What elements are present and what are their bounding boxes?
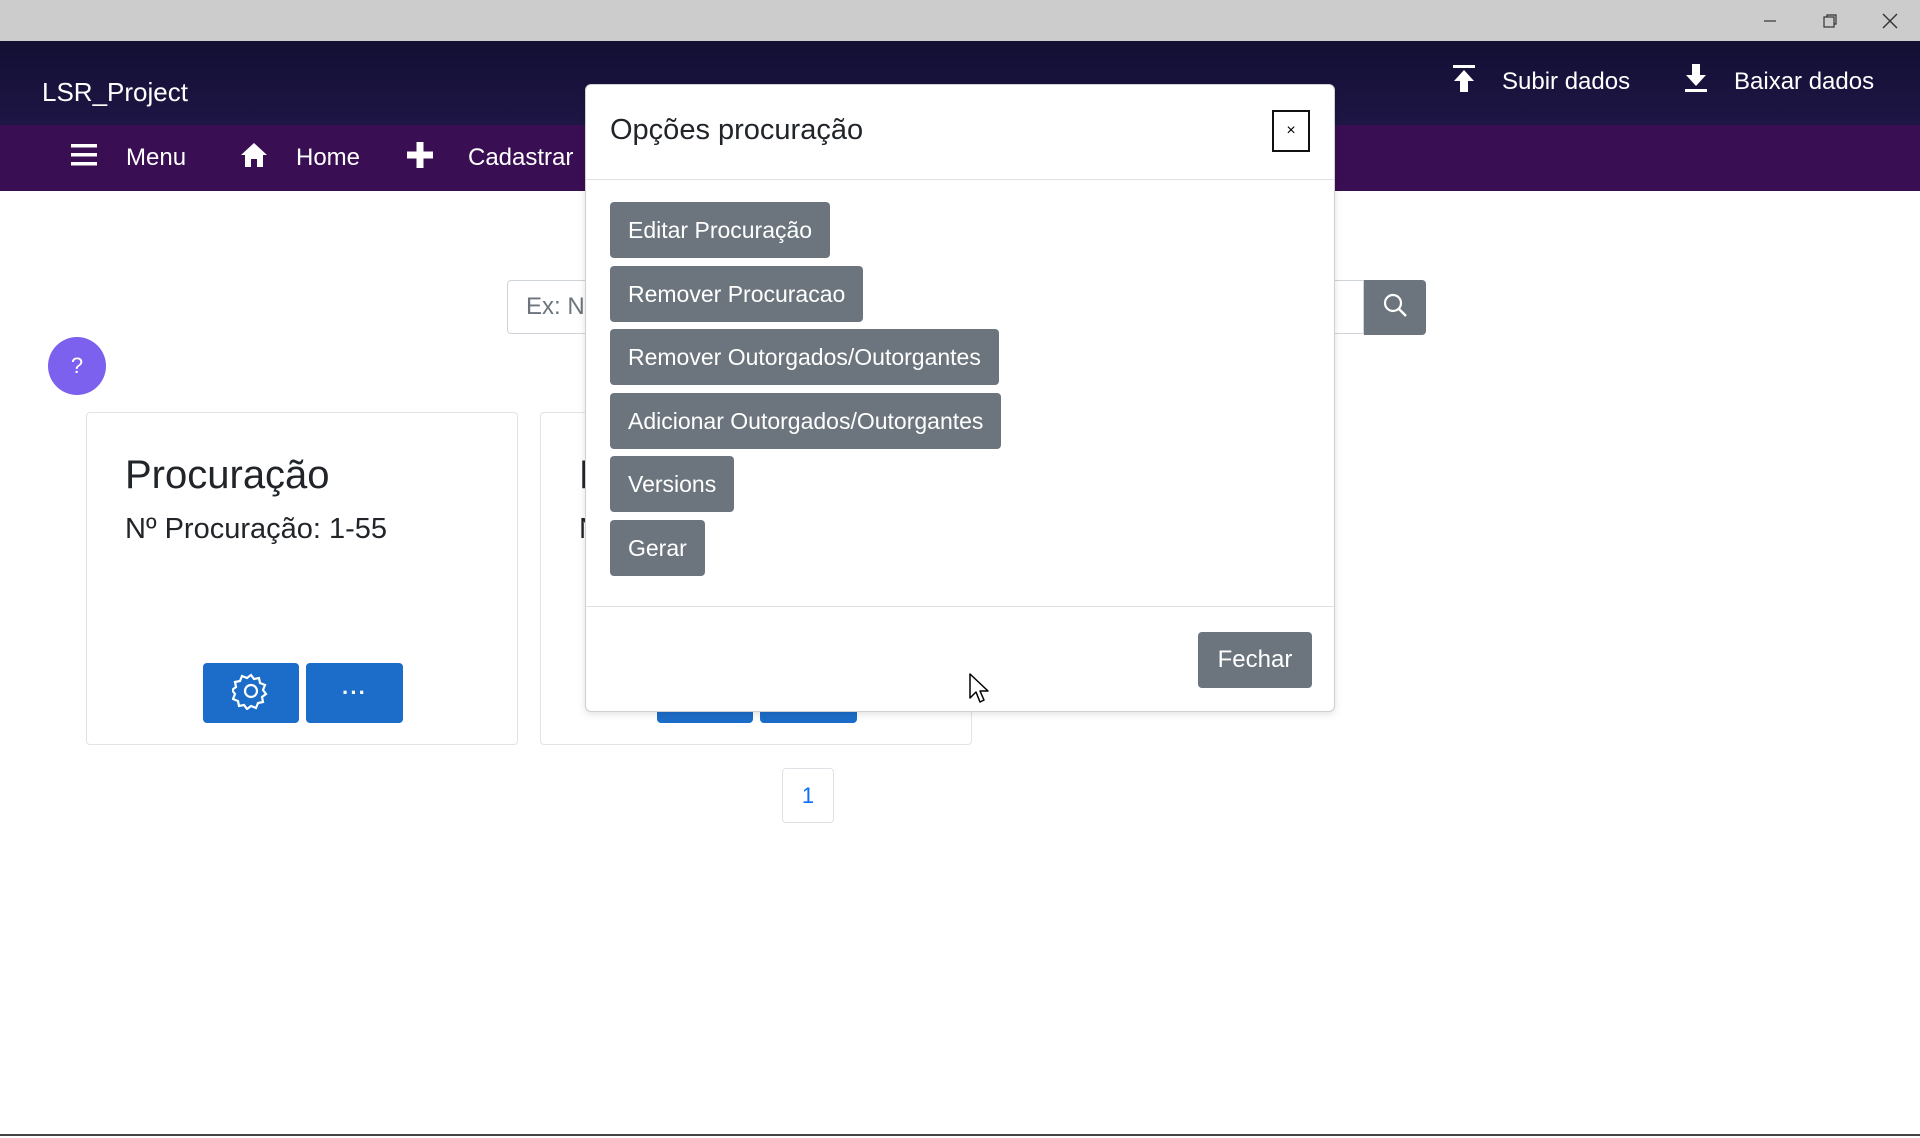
pagination-page-1[interactable]: 1 [782,768,834,823]
card-subtitle: Nº Procuração: 1-55 [125,513,388,545]
add-outorgados-button[interactable]: Adicionar Outorgados/Outorgantes [610,393,1002,449]
upload-label: Subir dados [1502,67,1631,95]
plus-icon [406,141,434,176]
home-icon [240,142,268,175]
options-modal: Opções procuração × Editar Procuração Re… [585,84,1335,712]
ellipsis-icon: ··· [342,680,367,705]
upload-icon [1450,63,1478,100]
bottom-border [0,1134,1920,1136]
window-title-bar [0,0,1920,41]
nav-item-label: Cadastrar [468,144,574,171]
download-icon [1682,63,1710,100]
versions-button[interactable]: Versions [610,456,735,512]
nav-item-label: Home [296,144,361,171]
search-placeholder: Ex: Nº [526,293,594,320]
nav-item-label: Menu [126,144,187,171]
mouse-cursor-icon [969,673,991,710]
gear-icon [230,672,270,715]
remove-procuracao-button[interactable]: Remover Procuracao [610,266,864,322]
edit-procuracao-button[interactable]: Editar Procuração [610,202,831,258]
procuracao-card: Procuração Nº Procuração: 1-55 ··· [86,412,518,745]
card-title: Procuração [125,453,330,497]
upload-button[interactable]: Subir dados [1450,63,1630,100]
hamburger-icon [70,142,98,175]
settings-button[interactable] [203,663,299,723]
help-button[interactable]: ? [48,337,106,395]
modal-close-button[interactable]: × [1272,110,1310,152]
modal-title: Opções procuração [610,114,864,146]
nav-item-menu[interactable]: Menu [70,125,186,191]
modal-footer-divider [586,606,1334,607]
download-button[interactable]: Baixar dados [1682,63,1874,100]
restore-icon[interactable] [1800,0,1860,41]
download-label: Baixar dados [1734,67,1875,95]
nav-item-cadastrar[interactable]: Cadastrar [406,125,573,191]
fechar-button[interactable]: Fechar [1198,632,1312,688]
nav-item-home[interactable]: Home [240,125,360,191]
gerar-button[interactable]: Gerar [610,520,705,576]
app-brand[interactable]: LSR_Project [42,77,188,108]
minimize-icon[interactable] [1740,0,1800,41]
close-icon[interactable] [1860,0,1920,41]
modal-header: Opções procuração × [586,85,1334,180]
remove-outorgados-button[interactable]: Remover Outorgados/Outorgantes [610,329,999,385]
more-options-button[interactable]: ··· [306,663,403,723]
search-button[interactable] [1364,280,1426,335]
search-icon [1382,292,1408,323]
